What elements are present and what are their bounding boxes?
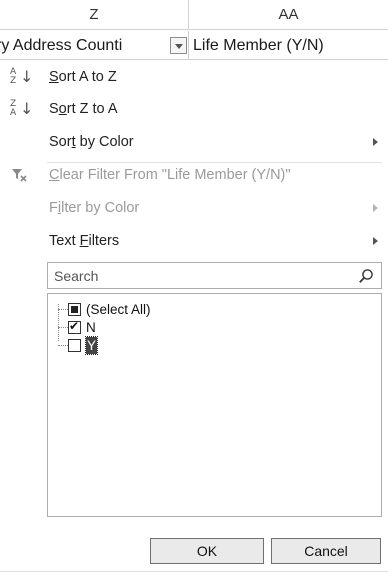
menu-item-filter-by-color[interactable]: Filter by Color [0, 193, 388, 223]
field-header-label: ry Address Counti [0, 37, 123, 54]
sort-ascending-icon: A Z ↓ [10, 67, 34, 86]
menu-item-label: Text Filters [49, 233, 120, 249]
menu-item-sort-by-color[interactable]: Sort by Color [0, 127, 388, 157]
chevron-right-icon [373, 204, 378, 212]
menu-item-label: Sort A to Z [49, 69, 117, 85]
filter-values-list: (Select All) N Y [47, 293, 382, 517]
menu-item-text-filters[interactable]: Text Filters [0, 226, 388, 256]
sort-descending-icon: Z A ↓ [10, 99, 34, 118]
menu-item-sort-z-to-a[interactable]: Z A ↓ Sort Z to A [0, 94, 388, 124]
ok-button[interactable]: OK [150, 538, 264, 564]
checkbox[interactable] [68, 319, 81, 334]
column-header-aa[interactable]: AA [189, 0, 388, 30]
chevron-right-icon [373, 138, 378, 146]
search-icon[interactable] [358, 268, 374, 284]
field-header-address-country: ry Address Counti [0, 31, 189, 59]
menu-item-label: Sort Z to A [49, 101, 118, 117]
checkbox[interactable] [68, 303, 81, 316]
column-headers: Z AA [0, 0, 388, 30]
search-input[interactable] [48, 263, 348, 288]
field-header-life-member: Life Member (Y/N) [189, 31, 388, 59]
cancel-button[interactable]: Cancel [271, 538, 381, 564]
menu-item-clear-filter[interactable]: Clear Filter From "Life Member (Y/N)" [0, 160, 388, 190]
menu-item-sort-a-to-z[interactable]: A Z ↓ Sort A to Z [0, 62, 388, 92]
list-item-label: N [86, 320, 96, 335]
menu-item-label: Filter by Color [49, 200, 140, 216]
list-item-label: (Select All) [86, 302, 151, 317]
autofilter-menu: A Z ↓ Sort A to Z Z A ↓ Sort Z to A Sort by … [0, 60, 388, 576]
chevron-right-icon [373, 237, 378, 245]
clear-filter-icon [10, 165, 30, 185]
checkbox[interactable] [68, 339, 81, 352]
field-header-label: Life Member (Y/N) [193, 37, 324, 54]
dropdown-arrow-icon[interactable] [170, 37, 187, 54]
menu-item-label: Clear Filter From "Life Member (Y/N)" [49, 167, 291, 183]
list-item-label: Y [84, 336, 99, 355]
menu-item-label: Sort by Color [49, 134, 134, 150]
column-header-z[interactable]: Z [0, 0, 189, 30]
divider [0, 571, 388, 572]
search-box[interactable] [47, 262, 382, 289]
field-header-row: ry Address Counti Life Member (Y/N) [0, 31, 388, 60]
